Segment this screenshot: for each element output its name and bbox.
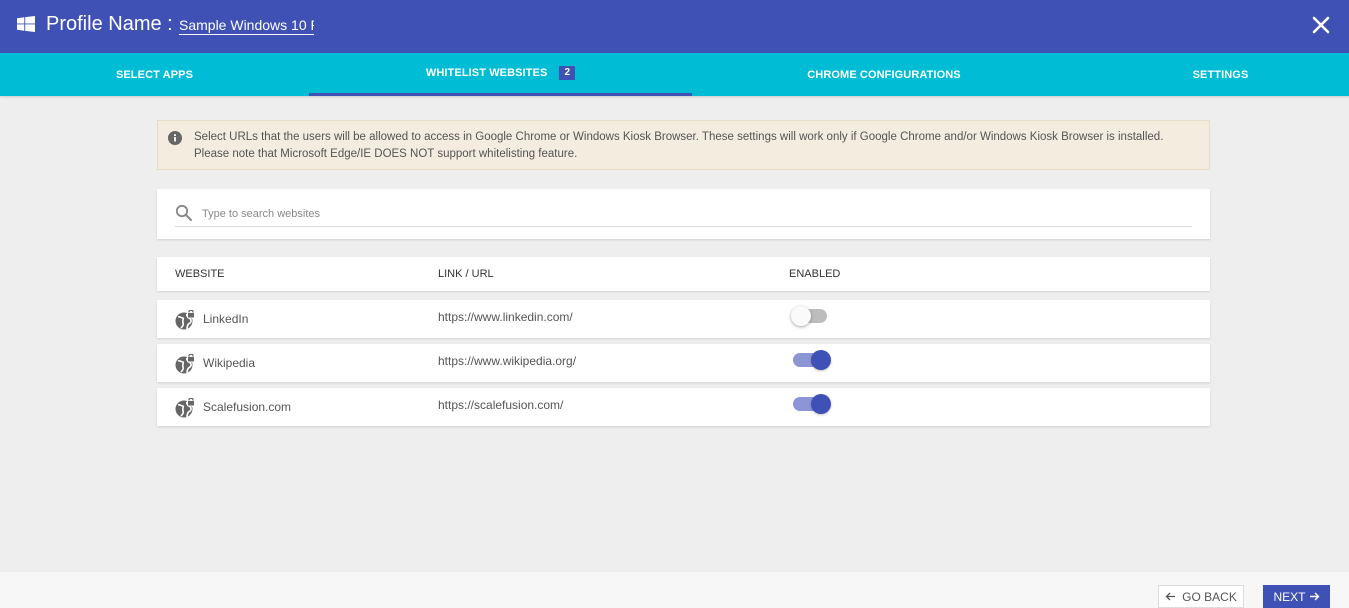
website-url: https://www.wikipedia.org/ bbox=[438, 354, 577, 368]
go-back-label: GO BACK bbox=[1182, 589, 1237, 604]
search-icon bbox=[175, 204, 192, 221]
table-header: WEBSITE LINK / URL ENABLED bbox=[157, 257, 1210, 291]
search-input[interactable] bbox=[175, 201, 1192, 227]
profile-name-input[interactable] bbox=[179, 15, 314, 35]
app-header: Profile Name : bbox=[0, 0, 1349, 53]
tab-select-apps[interactable]: SELECT APPS bbox=[0, 53, 309, 96]
windows-logo-icon bbox=[17, 16, 35, 32]
globe-lock-icon bbox=[175, 310, 195, 330]
tab-label: CHROME CONFIGURATIONS bbox=[807, 68, 961, 81]
tab-label: SETTINGS bbox=[1192, 68, 1249, 81]
info-line-1: Select URLs that the users will be allow… bbox=[194, 131, 1164, 143]
table-row: Wikipedia https://www.wikipedia.org/ bbox=[157, 344, 1210, 382]
tab-chrome-configurations[interactable]: CHROME CONFIGURATIONS bbox=[692, 53, 1076, 96]
toggle-knob bbox=[791, 306, 811, 326]
next-label: NEXT bbox=[1273, 589, 1306, 604]
column-header-enabled: ENABLED bbox=[789, 268, 841, 280]
info-text: Select URLs that the users will be allow… bbox=[194, 129, 1194, 163]
footer-bar: GO BACK NEXT bbox=[0, 572, 1349, 608]
go-back-button[interactable]: GO BACK bbox=[1158, 585, 1244, 608]
tab-label: SELECT APPS bbox=[115, 68, 194, 81]
globe-lock-icon bbox=[175, 354, 195, 374]
column-header-website: WEBSITE bbox=[175, 268, 225, 280]
next-button[interactable]: NEXT bbox=[1263, 585, 1330, 608]
enabled-toggle[interactable] bbox=[791, 306, 833, 326]
website-url: https://www.linkedin.com/ bbox=[438, 310, 573, 324]
column-header-url: LINK / URL bbox=[438, 268, 494, 280]
tab-settings[interactable]: SETTINGS bbox=[1092, 53, 1349, 96]
table-row: LinkedIn https://www.linkedin.com/ bbox=[157, 300, 1210, 338]
toggle-knob bbox=[811, 394, 831, 414]
arrow-right-icon bbox=[1309, 592, 1319, 601]
close-icon[interactable] bbox=[1309, 13, 1333, 37]
info-line-2: Please note that Microsoft Edge/IE DOES … bbox=[194, 148, 578, 160]
website-name: Scalefusion.com bbox=[203, 400, 292, 414]
arrow-left-icon bbox=[1165, 592, 1176, 601]
globe-lock-icon bbox=[175, 398, 195, 418]
toggle-knob bbox=[811, 350, 831, 370]
tab-bar: SELECT APPS WHITELIST WEBSITES 2 CHROME … bbox=[0, 53, 1349, 96]
tab-count-badge: 2 bbox=[559, 66, 576, 80]
website-url: https://scalefusion.com/ bbox=[438, 398, 564, 412]
website-name: LinkedIn bbox=[203, 312, 249, 326]
tab-label: WHITELIST WEBSITES bbox=[425, 67, 548, 79]
tab-whitelist-websites[interactable]: WHITELIST WEBSITES 2 bbox=[309, 53, 692, 96]
enabled-toggle[interactable] bbox=[791, 394, 833, 414]
search-card bbox=[157, 189, 1210, 239]
info-icon bbox=[168, 131, 182, 145]
info-banner: Select URLs that the users will be allow… bbox=[157, 120, 1210, 170]
table-row: Scalefusion.com https://scalefusion.com/ bbox=[157, 388, 1210, 426]
profile-name-label: Profile Name : bbox=[46, 13, 173, 35]
website-name: Wikipedia bbox=[203, 356, 256, 370]
enabled-toggle[interactable] bbox=[791, 350, 833, 370]
